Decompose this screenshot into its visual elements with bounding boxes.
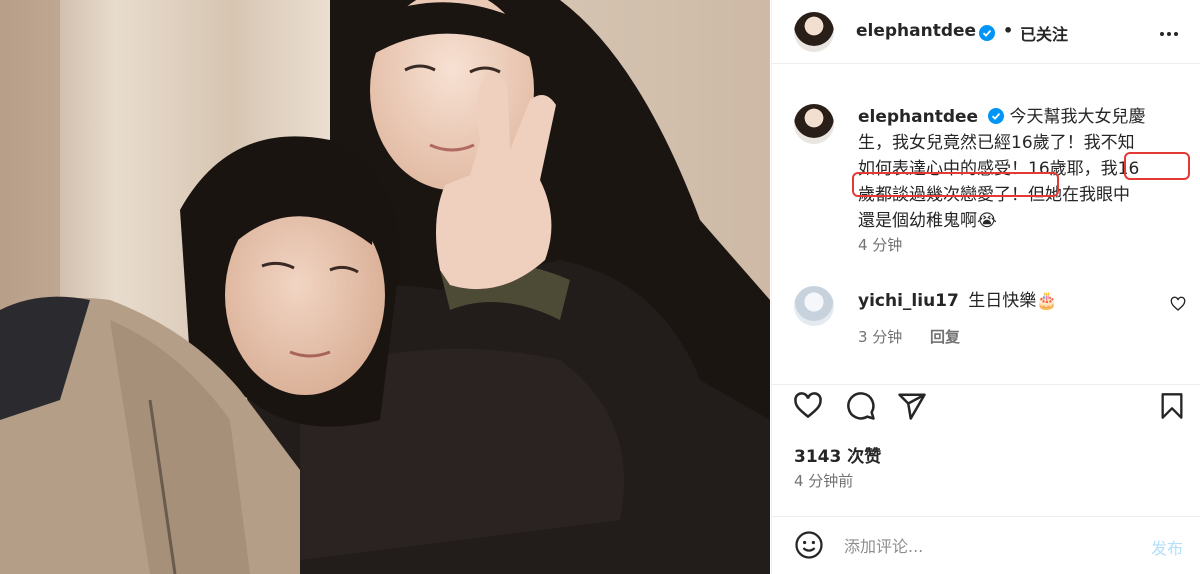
comment-input[interactable]: [844, 531, 1124, 561]
like-icon[interactable]: [792, 391, 824, 421]
author-username[interactable]: elephantdee: [856, 21, 976, 41]
post-photo: [0, 0, 770, 574]
like-count[interactable]: 3143 次赞: [794, 442, 881, 467]
verified-badge-icon: [979, 25, 995, 41]
following-button[interactable]: 已关注: [1020, 21, 1068, 45]
commenter-avatar[interactable]: [794, 286, 834, 326]
post-comment-button[interactable]: 发布: [1151, 535, 1183, 559]
author-avatar[interactable]: [794, 12, 834, 52]
comment-timestamp: 3 分钟: [858, 328, 903, 346]
post-timestamp: 4 分钟前: [794, 472, 854, 490]
comment-like-icon[interactable]: [1170, 296, 1186, 312]
caption-line-4: 歲都談過幾次戀愛了！但她在我眼中: [858, 185, 1130, 205]
post-details-panel: elephantdee • 已关注 elephantdee 今天幫我大女兒慶 生…: [771, 0, 1200, 574]
header-separator: •: [1003, 21, 1014, 40]
post-caption: elephantdee 今天幫我大女兒慶 生，我女兒竟然已經16歲了！我不知 如…: [858, 104, 1188, 234]
caption-line-5: 還是個幼稚鬼啊😭: [858, 211, 997, 231]
comment-reply-button[interactable]: 回复: [930, 326, 960, 347]
post-header: elephantdee • 已关注: [772, 0, 1200, 64]
comment-username[interactable]: yichi_liu17: [858, 291, 959, 311]
caption-username[interactable]: elephantdee: [858, 107, 978, 127]
comment: yichi_liu17 生日快樂🎂: [858, 286, 1057, 311]
emoji-icon[interactable]: [794, 530, 824, 560]
save-bookmark-icon[interactable]: [1158, 391, 1186, 421]
caption-line-3: 如何表達心中的感受！16歲耶，我16: [858, 159, 1140, 179]
caption-author-avatar[interactable]: [794, 104, 834, 144]
caption-line-2: 生，我女兒竟然已經16歲了！我不知: [858, 133, 1135, 153]
photo-illustration: [0, 0, 770, 574]
caption-line-1: 今天幫我大女兒慶: [1009, 107, 1146, 127]
share-icon[interactable]: [897, 391, 927, 421]
caption-verified-icon: [987, 108, 1004, 124]
comment-body: 生日快樂🎂: [968, 291, 1058, 311]
caption-timestamp: 4 分钟: [858, 236, 903, 254]
more-options-icon[interactable]: [1158, 23, 1180, 45]
comment-icon[interactable]: [845, 391, 877, 421]
post-actions: [772, 384, 1200, 428]
add-comment-bar: 发布: [772, 516, 1200, 574]
